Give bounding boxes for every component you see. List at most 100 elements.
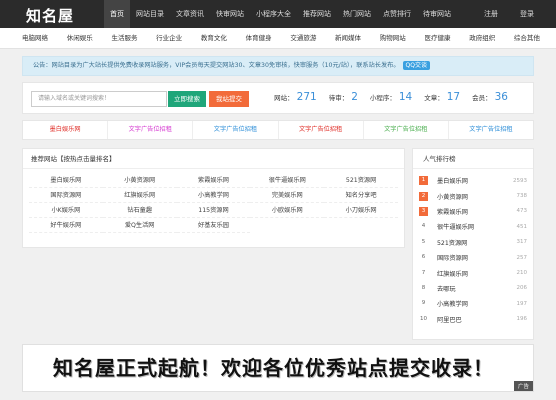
ranking-item[interactable]: 3 紫霞娱乐网 473 — [419, 204, 527, 219]
text-ad-slot[interactable]: 文字广告位招租 — [449, 121, 533, 139]
ranking-site-name[interactable]: 521资源网 — [437, 238, 517, 247]
recommend-site-link[interactable]: 好基友乐园 — [176, 218, 251, 233]
recommend-panel: 推荐网站【按热点击量排名】 墨白娱乐网 小黄资源网 紫霞娱乐网 很牛逼娱乐网 521资源… — [22, 148, 405, 248]
ranking-count: 451 — [516, 223, 528, 230]
recommend-site-link[interactable]: 小K娱乐网 — [29, 203, 103, 218]
stat-value: 17 — [446, 91, 461, 103]
nav-item[interactable]: 推荐网站 — [297, 0, 337, 28]
category-link[interactable]: 医疗健康 — [424, 28, 450, 49]
recommend-site-link[interactable]: 钻石童趣 — [102, 203, 177, 218]
ranking-item[interactable]: 9 小高教学网 197 — [419, 296, 527, 311]
nav-item[interactable]: 小程序大全 — [250, 0, 297, 28]
ad-tag: 广告 — [513, 381, 533, 391]
recommend-site-link[interactable]: 墨白娱乐网 — [29, 173, 103, 188]
recommend-grid: 墨白娱乐网 小黄资源网 紫霞娱乐网 很牛逼娱乐网 521资源网国际资源网 红旗娱乐网 小高教… — [23, 169, 404, 237]
text-ad-slot[interactable]: 文字广告位招租 — [279, 121, 364, 139]
banner-ad[interactable]: 知名屋正式起航！欢迎各位优秀站点提交收录！ 广告 — [22, 344, 534, 392]
category-link[interactable]: 购物网站 — [380, 28, 406, 49]
category-link[interactable]: 行业企业 — [156, 28, 182, 49]
nav-item[interactable]: 点赞排行 — [377, 0, 417, 28]
register-link[interactable]: 注册 — [484, 0, 498, 28]
submit-site-button[interactable]: 我站提交 — [209, 91, 249, 107]
ranking-site-name[interactable]: 去哪玩 — [437, 284, 517, 293]
ranking-count: 317 — [516, 239, 528, 246]
hot-ranking-title: 人气排行榜 — [413, 149, 533, 169]
ranking-count: 197 — [516, 300, 528, 307]
search-button[interactable]: 立即搜索 — [168, 91, 206, 107]
ranking-site-name[interactable]: 阿里巴巴 — [437, 315, 517, 324]
ranking-count: 210 — [516, 270, 528, 277]
search-input[interactable]: 请输入域名或关键词搜索！ — [31, 91, 167, 107]
recommend-site-link[interactable]: 小高教学网 — [176, 188, 251, 203]
ranking-item[interactable]: 4 很牛逼娱乐网 451 — [419, 219, 527, 234]
category-link[interactable]: 体育健身 — [246, 28, 272, 49]
nav-item[interactable]: 网站目录 — [130, 0, 170, 28]
recommend-site-link[interactable]: 爱Q生活网 — [102, 218, 177, 233]
text-ad-slot[interactable]: 文字广告位招租 — [108, 121, 194, 139]
ranking-site-name[interactable]: 墨白娱乐网 — [437, 176, 513, 185]
text-ad-slot[interactable]: 文字广告位招租 — [364, 121, 449, 139]
recommend-title: 推荐网站【按热点击量排名】 — [23, 149, 404, 169]
ranking-site-name[interactable]: 小高教学网 — [437, 299, 517, 308]
recommend-site-link[interactable]: 115资源网 — [176, 203, 251, 218]
recommend-site-link[interactable]: 小黄资源网 — [102, 173, 177, 188]
category-link[interactable]: 综合其他 — [514, 28, 540, 49]
nav-item[interactable]: 首页 — [104, 0, 130, 28]
recommend-site-link[interactable]: 红旗娱乐网 — [102, 188, 177, 203]
text-ad-slot[interactable]: 墨白娱乐网 — [23, 121, 109, 139]
rank-number: 4 — [421, 223, 426, 230]
text-ad-row: 墨白娱乐网 文字广告位招租 文字广告位招租 文字广告位招租 文字广告位招租 文字广告位招租 — [22, 120, 534, 140]
stat-label: 小程序： — [369, 94, 396, 102]
ranking-item[interactable]: 7 红旗娱乐网 210 — [419, 265, 527, 280]
stat-value: 36 — [494, 91, 508, 103]
login-link[interactable]: 登录 — [520, 0, 534, 28]
ranking-site-name[interactable]: 很牛逼娱乐网 — [437, 222, 517, 231]
recommend-site-link[interactable]: 知名分享吧 — [324, 188, 398, 203]
rank-number: 1 — [419, 176, 428, 186]
recommend-site-link[interactable]: 小欧娱乐网 — [250, 203, 325, 218]
nav-item[interactable]: 快审网站 — [210, 0, 250, 28]
nav-item[interactable]: 待审网站 — [417, 0, 457, 28]
rank-number: 8 — [421, 284, 426, 291]
category-link[interactable]: 教育文化 — [201, 28, 227, 49]
recommend-site-link[interactable]: 521资源网 — [324, 173, 398, 188]
ranking-site-name[interactable]: 紫霞娱乐网 — [437, 207, 517, 216]
category-link[interactable]: 休闲娱乐 — [67, 28, 93, 49]
recommend-site-link[interactable]: 完美娱乐网 — [250, 188, 325, 203]
stat-value: 14 — [398, 91, 413, 103]
ranking-item[interactable]: 8 去哪玩 206 — [419, 281, 527, 296]
qq-chat-button[interactable]: QQ交谈 — [402, 61, 430, 70]
recommend-site-link[interactable]: 小刀娱乐网 — [324, 203, 398, 218]
ranking-item[interactable]: 6 国际资源网 257 — [419, 250, 527, 265]
ranking-item[interactable]: 5 521资源网 317 — [419, 235, 527, 250]
category-link[interactable]: 新闻媒体 — [335, 28, 361, 49]
site-logo[interactable]: 知名屋 — [26, 5, 74, 26]
category-link[interactable]: 生活服务 — [111, 28, 137, 49]
nav-item[interactable]: 热门网站 — [337, 0, 377, 28]
category-link[interactable]: 政府组织 — [469, 28, 495, 49]
ranking-site-name[interactable]: 小黄资源网 — [437, 192, 517, 201]
ranking-item[interactable]: 1 墨白娱乐网 2593 — [419, 173, 527, 188]
rank-number: 6 — [421, 254, 426, 261]
ranking-site-name[interactable]: 国际资源网 — [437, 253, 517, 262]
category-link[interactable]: 电脑网络 — [22, 28, 48, 49]
ranking-site-name[interactable]: 红旗娱乐网 — [437, 269, 517, 278]
category-bar: 电脑网络 休闲娱乐 生活服务 行业企业 教育文化 体育健身 交通旅游 新闻媒体 购物网站 医疗健康… — [0, 28, 556, 49]
recommend-site-link[interactable]: 国际资源网 — [29, 188, 103, 203]
category-link[interactable]: 交通旅游 — [290, 28, 316, 49]
ranking-count: 257 — [516, 254, 528, 261]
user-links: 注册 登录 — [484, 0, 534, 28]
recommend-site-link[interactable]: 好牛娱乐网 — [29, 218, 103, 233]
text-ad-slot[interactable]: 文字广告位招租 — [193, 121, 279, 139]
rank-number: 2 — [419, 191, 428, 201]
ranking-count: 2593 — [513, 177, 527, 184]
recommend-site-link[interactable]: 紫霞娱乐网 — [176, 173, 251, 188]
ranking-item[interactable]: 2 小黄资源网 738 — [419, 188, 527, 203]
nav-item[interactable]: 文章资讯 — [170, 0, 210, 28]
recommend-site-link[interactable]: 很牛逼娱乐网 — [250, 173, 325, 188]
stat-label: 会员： — [472, 94, 492, 102]
banner-text: 知名屋正式起航！欢迎各位优秀站点提交收录！ — [53, 356, 494, 380]
top-navbar: 知名屋 首页 网站目录 文章资讯 快审网站 小程序大全 推荐网站 热门网站 点赞排行 待审网站 … — [0, 0, 556, 28]
notice-text: 公告：网站目录为广大站长提供免费收录网站服务，VIP会员每天提交网站30、文章3… — [33, 62, 400, 69]
ranking-item[interactable]: 10 阿里巴巴 196 — [419, 312, 527, 327]
